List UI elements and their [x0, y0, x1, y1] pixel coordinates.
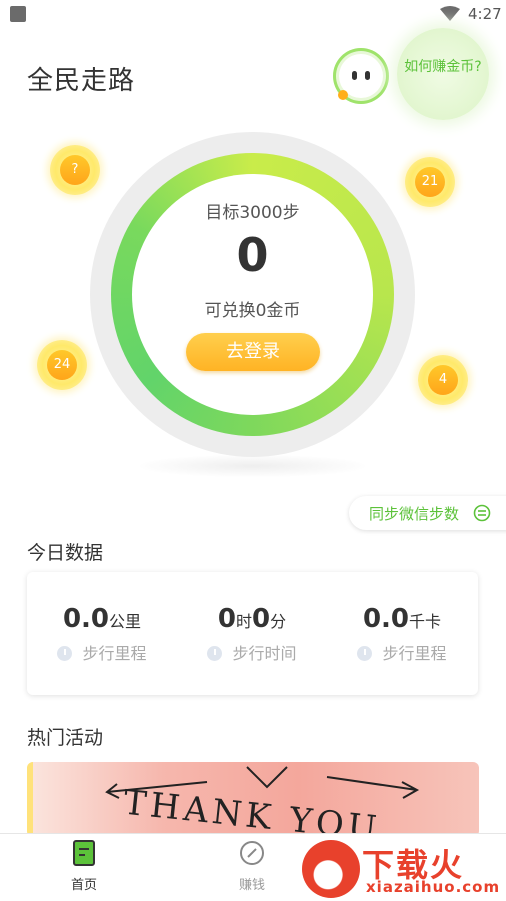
coin-value: 4 [428, 365, 458, 395]
coin-bubble[interactable]: 4 [418, 355, 468, 405]
hot-activities-title: 热门活动 [27, 727, 104, 749]
hours-unit: 时 [235, 612, 252, 631]
compass-icon [240, 841, 264, 865]
home-tab-icon [73, 840, 95, 866]
coin-value: ? [60, 155, 90, 185]
tab-home-label: 首页 [70, 878, 97, 893]
mascot-eye-icon [352, 71, 357, 80]
coin-bubble[interactable]: 24 [37, 340, 87, 390]
mascot-avatar[interactable] [333, 48, 389, 104]
calories-unit: 千卡 [409, 612, 442, 631]
distance-label: 步行里程 [82, 644, 147, 663]
page-title: 全民走路 [27, 66, 136, 96]
login-button[interactable]: 去登录 [186, 333, 320, 371]
calories-stat: 0.0千卡 步行里程 [327, 604, 477, 664]
watermark: 下载火 xiazaihuo.com [302, 836, 506, 900]
activity-banner[interactable]: THANK YOU [27, 762, 479, 837]
coin-bubble[interactable]: ? [50, 145, 100, 195]
coin-value: 24 [47, 350, 77, 380]
today-data-card: 0.0公里 步行里程 0时0分 步行时间 0.0千卡 步行里程 [27, 572, 478, 695]
clock-icon [207, 646, 223, 661]
status-bar: 4:27 [0, 0, 506, 28]
distance-stat: 0.0公里 步行里程 [27, 604, 177, 664]
minutes-unit: 分 [270, 612, 287, 631]
sync-wechat-steps-button[interactable]: 同步微信步数 [349, 496, 506, 530]
today-data-title: 今日数据 [27, 542, 104, 564]
mascot-badge [338, 90, 348, 100]
minutes-value: 0 [252, 604, 271, 634]
calories-value: 0.0 [362, 604, 410, 634]
exchange-coins-text: 可兑换0金币 [204, 301, 301, 321]
hours-value: 0 [217, 604, 236, 634]
watermark-url: xiazaihuo.com [366, 878, 501, 896]
time-stat: 0时0分 步行时间 [177, 604, 327, 664]
how-to-earn-label: 如何赚金币? [404, 59, 482, 75]
banner-indicator [27, 762, 33, 837]
flame-logo-icon [302, 840, 360, 898]
step-goal: 目标3000步 [205, 203, 300, 223]
status-time: 4:27 [468, 5, 502, 23]
sync-icon [473, 504, 491, 522]
distance-unit: 公里 [109, 612, 142, 631]
tab-earn-label: 赚钱 [238, 878, 265, 893]
sync-label: 同步微信步数 [369, 505, 460, 523]
wifi-icon [440, 6, 460, 21]
coin-bubble[interactable]: 21 [405, 157, 455, 207]
how-to-earn-button[interactable]: 如何赚金币? [397, 28, 489, 120]
tab-earn[interactable]: 赚钱 [212, 840, 292, 893]
distance-value: 0.0 [62, 604, 110, 634]
time-label: 步行时间 [232, 644, 297, 663]
tab-home[interactable]: 首页 [44, 840, 124, 893]
calories-label: 步行里程 [382, 644, 447, 663]
clock-icon [357, 646, 373, 661]
coin-value: 21 [415, 167, 445, 197]
clock-icon [57, 646, 73, 661]
notification-icon [10, 6, 26, 22]
ring-shadow [140, 455, 365, 477]
step-count: 0 [236, 228, 269, 282]
mascot-eye-icon [365, 71, 370, 80]
